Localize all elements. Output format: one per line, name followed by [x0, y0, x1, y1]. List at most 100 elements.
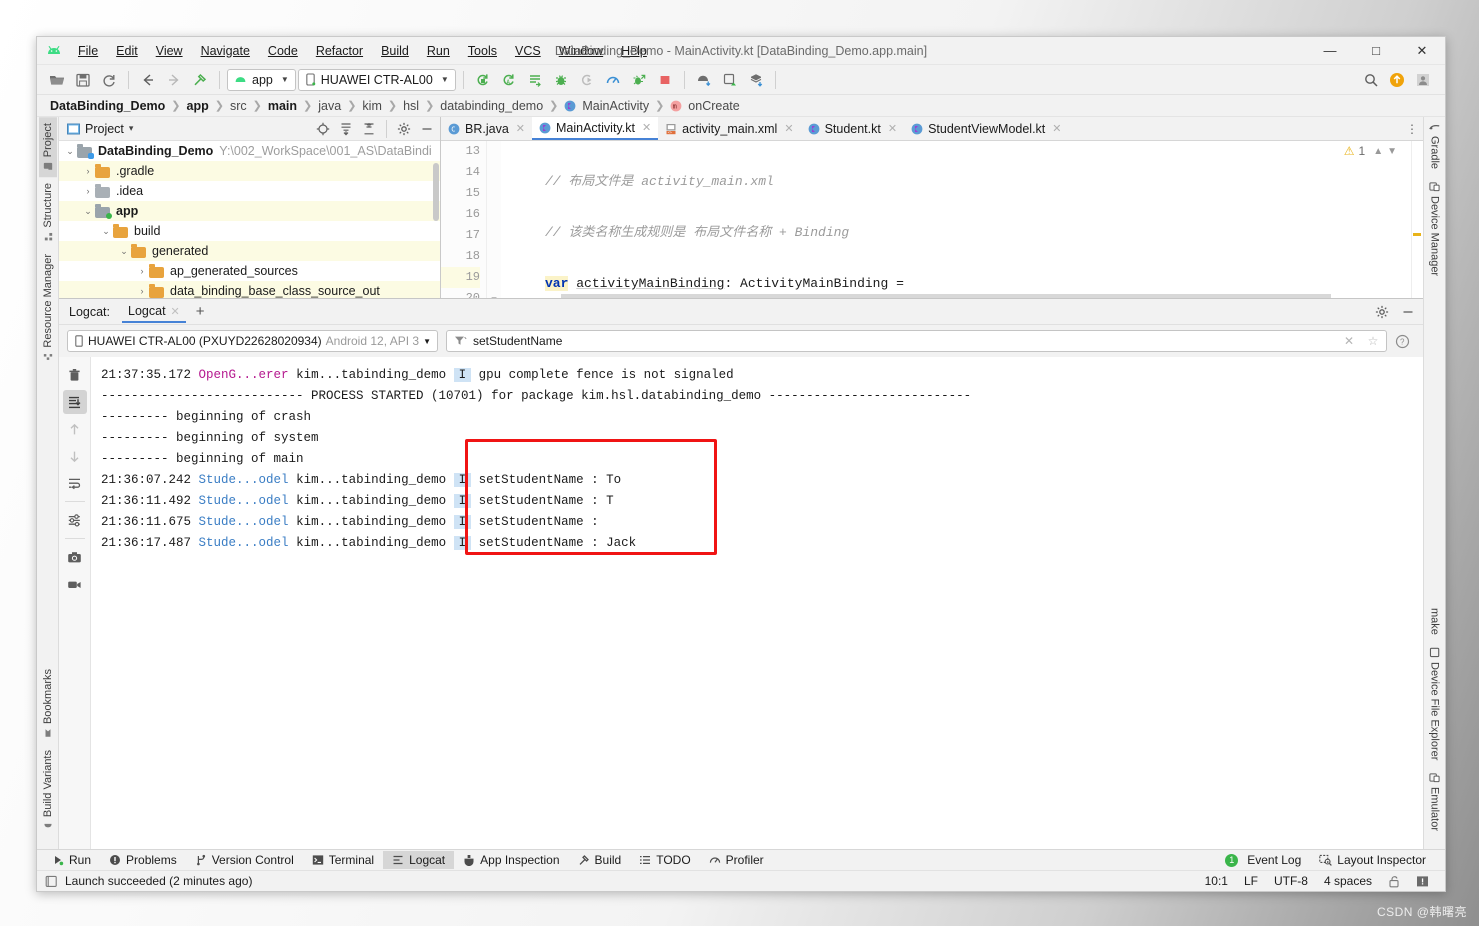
menu-view[interactable]: View: [147, 40, 192, 62]
logcat-tab-close-icon[interactable]: ✕: [171, 305, 180, 318]
sidebar-item-bookmarks[interactable]: Bookmarks: [39, 663, 57, 744]
screenshot-icon[interactable]: [63, 545, 87, 569]
screen-record-icon[interactable]: [63, 572, 87, 596]
sync-icon[interactable]: [97, 68, 121, 92]
menu-navigate[interactable]: Navigate: [192, 40, 259, 62]
tree-row-data-binding-base-class[interactable]: › data_binding_base_class_source_out: [59, 281, 440, 298]
inspections-icon[interactable]: [1408, 875, 1437, 888]
logcat-add-tab-button[interactable]: +: [190, 303, 211, 320]
forward-arrow-icon[interactable]: [162, 68, 186, 92]
bottom-item-version-control[interactable]: Version Control: [186, 851, 303, 869]
menu-vcs[interactable]: VCS: [506, 40, 550, 62]
inspection-widget[interactable]: ⚠ 1 ▲ ▼: [1344, 144, 1397, 158]
editor-marker-bar[interactable]: [1411, 141, 1423, 298]
next-occurrence-icon[interactable]: [63, 444, 87, 468]
file-encoding[interactable]: UTF-8: [1266, 874, 1316, 888]
breadcrumb-item-kim[interactable]: kim: [359, 99, 384, 113]
sidebar-item-gradle[interactable]: Gradle: [1426, 117, 1444, 175]
menu-refactor[interactable]: Refactor: [307, 40, 372, 62]
caret-position[interactable]: 10:1: [1197, 874, 1236, 888]
chevron-right-icon-3[interactable]: ›: [135, 266, 149, 276]
logcat-help-icon[interactable]: ?: [1395, 334, 1415, 349]
project-tree[interactable]: ⌄ DataBinding_Demo Y:\002_WorkSpace\001_…: [59, 141, 440, 298]
save-icon[interactable]: [71, 68, 95, 92]
chevron-right-icon-2[interactable]: ›: [81, 186, 95, 196]
inspection-prev-icon[interactable]: ▲: [1369, 146, 1383, 157]
clear-logcat-icon[interactable]: [63, 363, 87, 387]
sidebar-item-structure[interactable]: Structure: [39, 177, 57, 248]
filter-icon[interactable]: [454, 335, 467, 347]
chevron-right-icon[interactable]: ›: [81, 166, 95, 176]
code-editor[interactable]: 13 14 15 16 17 18 19 20 ⌐: [441, 141, 1423, 298]
bottom-item-problems[interactable]: Problems: [100, 851, 186, 869]
menu-edit[interactable]: Edit: [107, 40, 147, 62]
editor-tabs-more-icon[interactable]: ⋮: [1401, 117, 1423, 140]
close-icon-3[interactable]: ✕: [784, 122, 793, 135]
code-content[interactable]: // 布局文件是 activity_main.xml // 该类名称生成规则是 …: [501, 141, 1423, 298]
tree-row-root[interactable]: ⌄ DataBinding_Demo Y:\002_WorkSpace\001_…: [59, 141, 440, 161]
logcat-favorite-star-icon[interactable]: ☆: [1364, 334, 1382, 348]
device-selector[interactable]: HUAWEI CTR-AL00 ▼: [297, 68, 456, 91]
close-icon-5[interactable]: ✕: [1052, 122, 1061, 135]
tree-row-gradle[interactable]: › .gradle: [59, 161, 440, 181]
sidebar-item-build-variants[interactable]: Build Variants: [39, 744, 57, 837]
logcat-clear-icon[interactable]: ✕: [1340, 334, 1358, 348]
inspection-next-icon[interactable]: ▼: [1387, 146, 1397, 157]
logcat-device-selector[interactable]: HUAWEI CTR-AL00 (PXUYD22628020934) Andro…: [67, 330, 438, 352]
scroll-to-end-icon[interactable]: [62, 390, 87, 414]
soft-wrap-icon[interactable]: [63, 471, 87, 495]
close-icon-2[interactable]: ✕: [642, 121, 651, 134]
run-icon[interactable]: [471, 68, 495, 92]
project-tree-scrollbar[interactable]: [433, 163, 439, 221]
logcat-settings-gear-icon[interactable]: [1375, 305, 1397, 319]
breadcrumb-item-app[interactable]: app: [184, 99, 212, 113]
tab-activity-main-xml[interactable]: <> activity_main.xml ✕: [658, 117, 800, 140]
sidebar-item-make[interactable]: make: [1426, 602, 1444, 641]
bottom-item-logcat[interactable]: Logcat: [383, 851, 455, 869]
tree-row-build[interactable]: ⌄ build: [59, 221, 440, 241]
breadcrumb-item-class[interactable]: MainActivity: [579, 99, 652, 113]
breadcrumb-item-main[interactable]: main: [265, 99, 300, 113]
bottom-item-build[interactable]: Build: [569, 851, 631, 869]
previous-occurrence-icon[interactable]: [63, 417, 87, 441]
attach-debugger-icon[interactable]: [575, 68, 599, 92]
menu-build[interactable]: Build: [372, 40, 418, 62]
breadcrumb-item-method[interactable]: onCreate: [685, 99, 742, 113]
marker-warning[interactable]: [1413, 233, 1421, 236]
editor-horizontal-scrollbar[interactable]: [561, 294, 1331, 298]
bottom-item-run[interactable]: Run: [43, 851, 100, 869]
device-file-icon[interactable]: [744, 68, 768, 92]
tree-row-generated[interactable]: ⌄ generated: [59, 241, 440, 261]
indent-setting[interactable]: 4 spaces: [1316, 874, 1380, 888]
bottom-item-event-log[interactable]: 1 Event Log: [1216, 851, 1310, 869]
debug-icon[interactable]: [549, 68, 573, 92]
profiler-icon[interactable]: [601, 68, 625, 92]
bottom-item-profiler[interactable]: Profiler: [700, 851, 773, 869]
menu-run[interactable]: Run: [418, 40, 459, 62]
breadcrumb-item-project[interactable]: DataBinding_Demo: [47, 99, 168, 113]
tree-row-idea[interactable]: › .idea: [59, 181, 440, 201]
open-folder-icon[interactable]: [45, 68, 69, 92]
menu-code[interactable]: Code: [259, 40, 307, 62]
breadcrumb-item-package[interactable]: databinding_demo: [437, 99, 546, 113]
breadcrumb-item-src[interactable]: src: [227, 99, 250, 113]
breadcrumb-item-java[interactable]: java: [315, 99, 344, 113]
maximize-button[interactable]: □: [1353, 37, 1399, 64]
notification-icon[interactable]: [45, 875, 58, 888]
close-icon-4[interactable]: ✕: [888, 122, 897, 135]
bottom-item-layout-inspector[interactable]: Layout Inspector: [1310, 851, 1435, 869]
hide-panel-icon[interactable]: [418, 120, 436, 138]
back-arrow-icon[interactable]: [136, 68, 160, 92]
hammer-icon[interactable]: [188, 68, 212, 92]
sidebar-item-emulator[interactable]: Emulator: [1426, 766, 1444, 837]
tab-studentviewmodel-kt[interactable]: StudentViewModel.kt ✕: [904, 117, 1068, 140]
menu-window[interactable]: Window: [550, 40, 612, 62]
sidebar-item-project[interactable]: Project: [38, 117, 57, 178]
close-button[interactable]: ✕: [1399, 37, 1445, 64]
project-panel-caret-icon[interactable]: ▾: [129, 123, 134, 134]
chevron-right-icon-4[interactable]: ›: [135, 286, 149, 296]
configure-icon[interactable]: [63, 508, 87, 532]
chevron-expanded-icon-3[interactable]: ⌄: [99, 226, 113, 237]
apply-code-changes-icon[interactable]: [627, 68, 651, 92]
fold-marker-icon[interactable]: ⌐: [487, 288, 501, 298]
